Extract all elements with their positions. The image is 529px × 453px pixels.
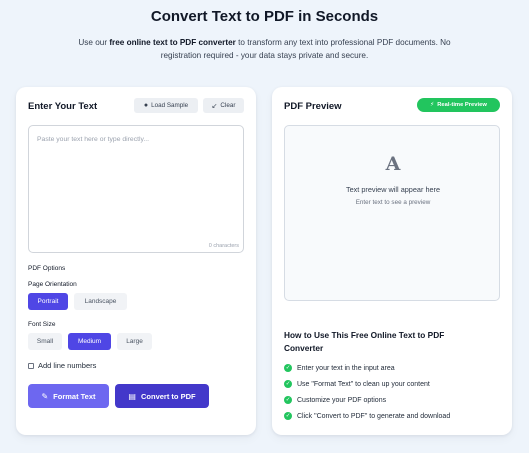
badge-label: Real-time Preview (437, 102, 487, 108)
realtime-preview-badge: ⚡ Real-time Preview (417, 98, 500, 112)
pdf-options-label: PDF Options (28, 265, 66, 272)
subtitle-highlight: free online text to PDF converter (109, 38, 236, 47)
howto-step-text: Enter your text in the input area (297, 364, 395, 372)
load-sample-button[interactable]: ● Load Sample (134, 98, 198, 113)
preview-card-title: PDF Preview (284, 101, 342, 112)
orientation-landscape-button[interactable]: Landscape (74, 293, 127, 310)
font-size-small-button[interactable]: Small (28, 333, 62, 350)
format-text-label: Format Text (53, 391, 96, 401)
page-subtitle: Use our free online text to PDF converte… (70, 36, 459, 62)
lightning-icon: ⚡ (430, 102, 435, 108)
check-circle-icon: ✓ (284, 380, 292, 388)
font-letter-icon: A (385, 153, 401, 175)
howto-step: ✓ Use "Format Text" to clean up your con… (284, 380, 430, 388)
clear-button[interactable]: ↙ Clear (203, 98, 244, 113)
font-size-large-button[interactable]: Large (117, 333, 152, 350)
text-input-card: Enter Your Text ● Load Sample ↙ Clear Pa… (16, 87, 256, 435)
line-numbers-label: Add line numbers (38, 361, 97, 370)
broom-icon: ↙ (211, 102, 218, 110)
orientation-portrait-button[interactable]: Portrait (28, 293, 68, 310)
subtitle-pre: Use our (78, 38, 110, 47)
line-numbers-checkbox[interactable] (28, 363, 34, 369)
font-size-label: Font Size (28, 321, 56, 328)
howto-step-text: Click "Convert to PDF" to generate and d… (297, 412, 451, 420)
convert-to-pdf-button[interactable]: ▤ Convert to PDF (115, 384, 209, 408)
check-circle-icon: ✓ (284, 364, 292, 372)
pencil-icon: ✎ (41, 391, 49, 401)
check-circle-icon: ✓ (284, 412, 292, 420)
howto-step: ✓ Click "Convert to PDF" to generate and… (284, 412, 450, 420)
document-icon: ▤ (128, 391, 136, 401)
preview-area: A Text preview will appear here Enter te… (284, 125, 500, 301)
lightbulb-icon: ● (143, 102, 149, 109)
howto-step-text: Use "Format Text" to clean up your conte… (297, 380, 430, 388)
pdf-preview-card: PDF Preview ⚡ Real-time Preview A Text p… (272, 87, 512, 435)
check-circle-icon: ✓ (284, 396, 292, 404)
preview-empty-subtext: Enter text to see a preview (355, 199, 431, 206)
howto-step-text: Customize your PDF options (297, 396, 387, 404)
text-input-placeholder: Paste your text here or type directly... (37, 136, 150, 143)
howto-step: ✓ Enter your text in the input area (284, 364, 395, 372)
character-count: 0 characters (208, 243, 239, 249)
howto-step: ✓ Customize your PDF options (284, 396, 386, 404)
convert-label: Convert to PDF (140, 391, 196, 401)
load-sample-label: Load Sample (151, 102, 189, 109)
input-card-title: Enter Your Text (28, 101, 98, 112)
format-text-button[interactable]: ✎ Format Text (28, 384, 109, 408)
font-size-medium-button[interactable]: Medium (68, 333, 111, 350)
preview-empty-text: Text preview will appear here (345, 185, 441, 194)
page-title: Convert Text to PDF in Seconds (150, 8, 379, 25)
text-input-area[interactable]: Paste your text here or type directly...… (28, 125, 244, 253)
howto-title: How to Use This Free Online Text to PDF … (284, 330, 445, 353)
orientation-label: Page Orientation (28, 281, 77, 288)
clear-label: Clear (220, 102, 236, 109)
